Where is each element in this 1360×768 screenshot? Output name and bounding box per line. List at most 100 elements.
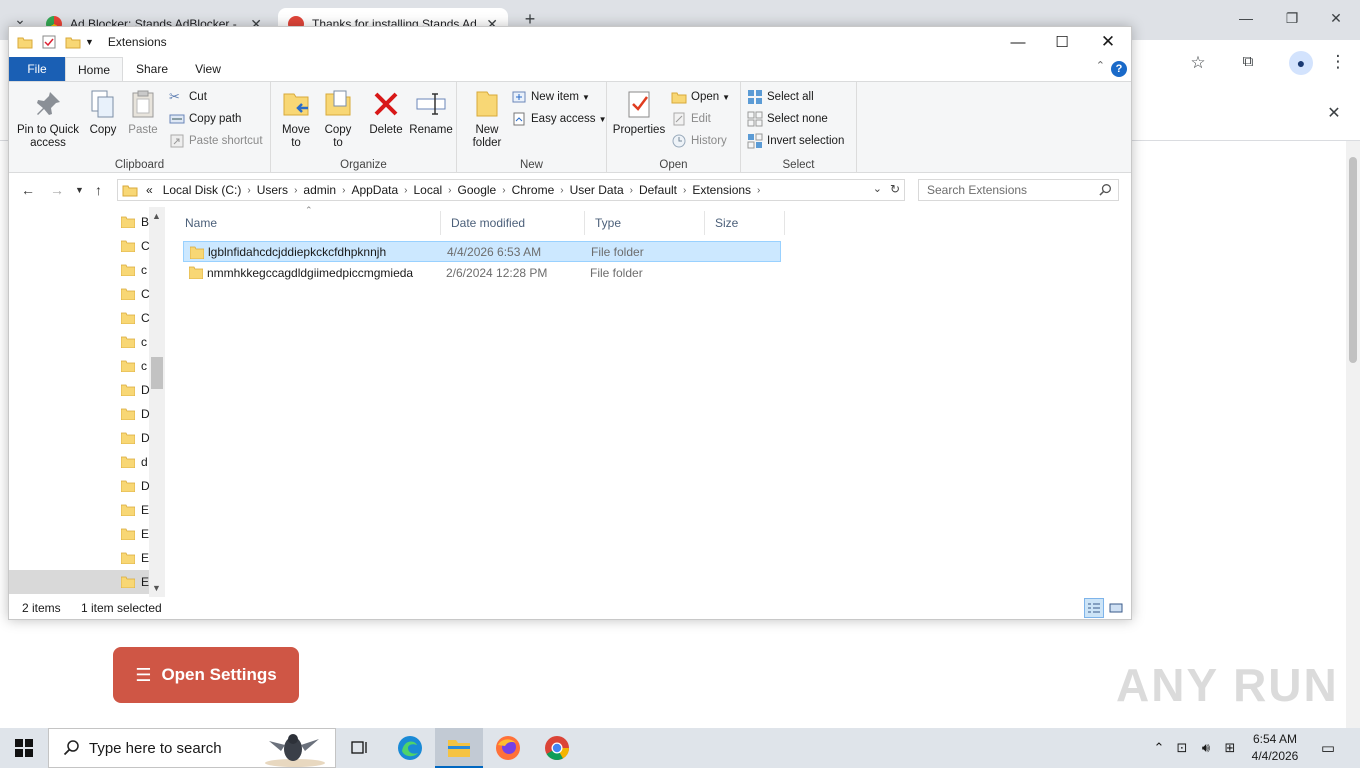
close-icon[interactable]: ✕	[1085, 27, 1131, 57]
scroll-down-icon[interactable]: ▼	[152, 583, 161, 593]
help-icon[interactable]: ?	[1111, 61, 1127, 77]
tab-view[interactable]: View	[183, 57, 233, 81]
up-arrow-icon[interactable]: ↑	[95, 182, 102, 198]
task-view-button[interactable]	[336, 728, 384, 768]
column-type[interactable]: Type	[585, 211, 705, 235]
new-item-button[interactable]: New item ▼	[511, 87, 590, 107]
bookmark-star-icon[interactable]: ☆	[1188, 53, 1208, 73]
collapse-ribbon-icon[interactable]: ⌃	[1096, 59, 1105, 72]
breadcrumb-item[interactable]: User Data	[570, 183, 624, 197]
nav-folder-item[interactable]: d	[121, 450, 148, 474]
breadcrumb-chevron-icon[interactable]: ›	[404, 185, 407, 196]
copy-to-button[interactable]: Copy to	[319, 88, 357, 150]
nav-folder-item[interactable]: E	[121, 522, 149, 546]
back-arrow-icon[interactable]: ←	[21, 182, 35, 198]
file-row[interactable]: lgblnfidahcdcjddiepkckcfdhpknnjh 4/4/2026…	[183, 241, 781, 262]
taskbar-search[interactable]: Type here to search	[48, 728, 336, 768]
nav-folder-item[interactable]: c	[121, 354, 147, 378]
file-explorer-taskbar-button[interactable]	[435, 728, 483, 768]
start-button[interactable]	[0, 728, 48, 768]
nav-folder-item[interactable]: C	[121, 282, 150, 306]
refresh-icon[interactable]: ↻	[890, 182, 900, 196]
invert-selection-button[interactable]: Invert selection	[747, 131, 844, 151]
breadcrumb-chevron-icon[interactable]: ›	[448, 185, 451, 196]
properties-qat-icon[interactable]	[41, 34, 57, 50]
breadcrumb-chevron-icon[interactable]: ›	[294, 185, 297, 196]
search-input[interactable]	[919, 180, 1089, 200]
pin-quick-access-button[interactable]: Pin to Quick access	[15, 88, 81, 150]
breadcrumb-chevron-icon[interactable]: ›	[342, 185, 345, 196]
language-icon[interactable]: ⊞	[1220, 728, 1240, 768]
breadcrumb-item[interactable]: Default	[639, 183, 677, 197]
scroll-thumb[interactable]	[151, 357, 163, 389]
nav-folder-item[interactable]: D	[121, 474, 150, 498]
forward-arrow-icon[interactable]: →	[50, 182, 64, 198]
infobar-close-icon[interactable]: ✕	[1324, 103, 1344, 123]
easy-access-button[interactable]: Easy access ▼	[511, 109, 606, 129]
minimize-icon[interactable]: —	[1236, 10, 1256, 26]
chrome-taskbar-button[interactable]	[533, 728, 581, 768]
nav-folder-item[interactable]: C	[121, 306, 150, 330]
breadcrumb-overflow[interactable]: «	[146, 183, 153, 197]
file-row[interactable]: nmmhkkegccagdldgiimedpiccmgmieda 2/6/2024…	[183, 262, 781, 283]
select-all-button[interactable]: Select all	[747, 87, 814, 107]
nav-folder-item[interactable]: c	[121, 258, 147, 282]
tab-file[interactable]: File	[9, 57, 65, 81]
breadcrumb-item[interactable]: Users	[257, 183, 288, 197]
breadcrumb-chevron-icon[interactable]: ›	[630, 185, 633, 196]
scroll-up-icon[interactable]: ▲	[152, 211, 161, 221]
copy-button[interactable]: Copy	[85, 88, 121, 137]
show-hidden-icons-button[interactable]: ⌃	[1150, 728, 1168, 768]
nav-folder-item[interactable]: B	[121, 210, 149, 234]
edge-taskbar-button[interactable]	[386, 728, 434, 768]
rename-button[interactable]: Rename	[409, 88, 453, 137]
close-icon[interactable]: ✕	[1326, 10, 1346, 27]
nav-folder-item[interactable]: D	[121, 426, 150, 450]
recent-locations-icon[interactable]: ▼	[75, 185, 84, 195]
breadcrumb-item[interactable]: Chrome	[512, 183, 555, 197]
edit-button[interactable]: Edit	[671, 109, 711, 129]
breadcrumb-chevron-icon[interactable]: ›	[683, 185, 686, 196]
qat-dropdown-icon[interactable]: ▼	[85, 37, 94, 47]
breadcrumb-item[interactable]: Google	[458, 183, 497, 197]
firefox-taskbar-button[interactable]	[484, 728, 532, 768]
copy-path-button[interactable]: Copy path	[169, 109, 241, 129]
profile-avatar-icon[interactable]: ●	[1289, 51, 1313, 75]
new-folder-button[interactable]: New folder	[465, 88, 509, 150]
extensions-puzzle-icon[interactable]: ⧉	[1238, 53, 1258, 70]
maximize-icon[interactable]: ☐	[1039, 27, 1085, 57]
scroll-thumb[interactable]	[1349, 157, 1357, 363]
open-settings-button[interactable]: ☰ Open Settings	[113, 647, 299, 703]
select-none-button[interactable]: Select none	[747, 109, 828, 129]
details-view-button[interactable]	[1084, 598, 1104, 618]
nav-folder-item[interactable]: E	[121, 498, 149, 522]
nav-scrollbar[interactable]: ▲ ▼	[149, 207, 165, 597]
volume-icon[interactable]: 🔊︎	[1196, 728, 1216, 768]
breadcrumb-chevron-icon[interactable]: ›	[560, 185, 563, 196]
taskbar-clock[interactable]: 6:54 AM 4/4/2026	[1240, 731, 1310, 765]
nav-folder-item[interactable]: C	[121, 234, 150, 258]
tab-home[interactable]: Home	[65, 57, 123, 81]
notification-center-icon[interactable]: ▭	[1316, 728, 1340, 768]
breadcrumb-item[interactable]: Local Disk (C:)	[163, 183, 242, 197]
breadcrumb-chevron-icon[interactable]: ›	[757, 185, 760, 196]
address-bar[interactable]: « Local Disk (C:) › Users › admin › AppData › Lo…	[117, 179, 905, 201]
breadcrumb-chevron-icon[interactable]: ›	[247, 185, 250, 196]
open-button[interactable]: Open ▼	[671, 87, 730, 107]
restore-icon[interactable]: ❐	[1282, 10, 1302, 27]
breadcrumb-chevron-icon[interactable]: ›	[502, 185, 505, 196]
nav-folder-item[interactable]: E	[9, 570, 149, 594]
new-folder-qat-icon[interactable]	[65, 34, 81, 50]
minimize-icon[interactable]: —	[995, 27, 1041, 57]
properties-button[interactable]: Properties	[611, 88, 667, 137]
nav-folder-item[interactable]: D	[121, 378, 150, 402]
page-scrollbar[interactable]	[1346, 141, 1360, 728]
network-icon[interactable]: ⊡	[1172, 728, 1192, 768]
breadcrumb-item[interactable]: Local	[413, 183, 442, 197]
chrome-menu-icon[interactable]: ⋮	[1328, 52, 1348, 72]
breadcrumb-item[interactable]: AppData	[351, 183, 398, 197]
nav-folder-item[interactable]: E	[121, 546, 149, 570]
history-button[interactable]: History	[671, 131, 727, 151]
search-box[interactable]	[918, 179, 1119, 201]
breadcrumb-item[interactable]: admin	[303, 183, 336, 197]
